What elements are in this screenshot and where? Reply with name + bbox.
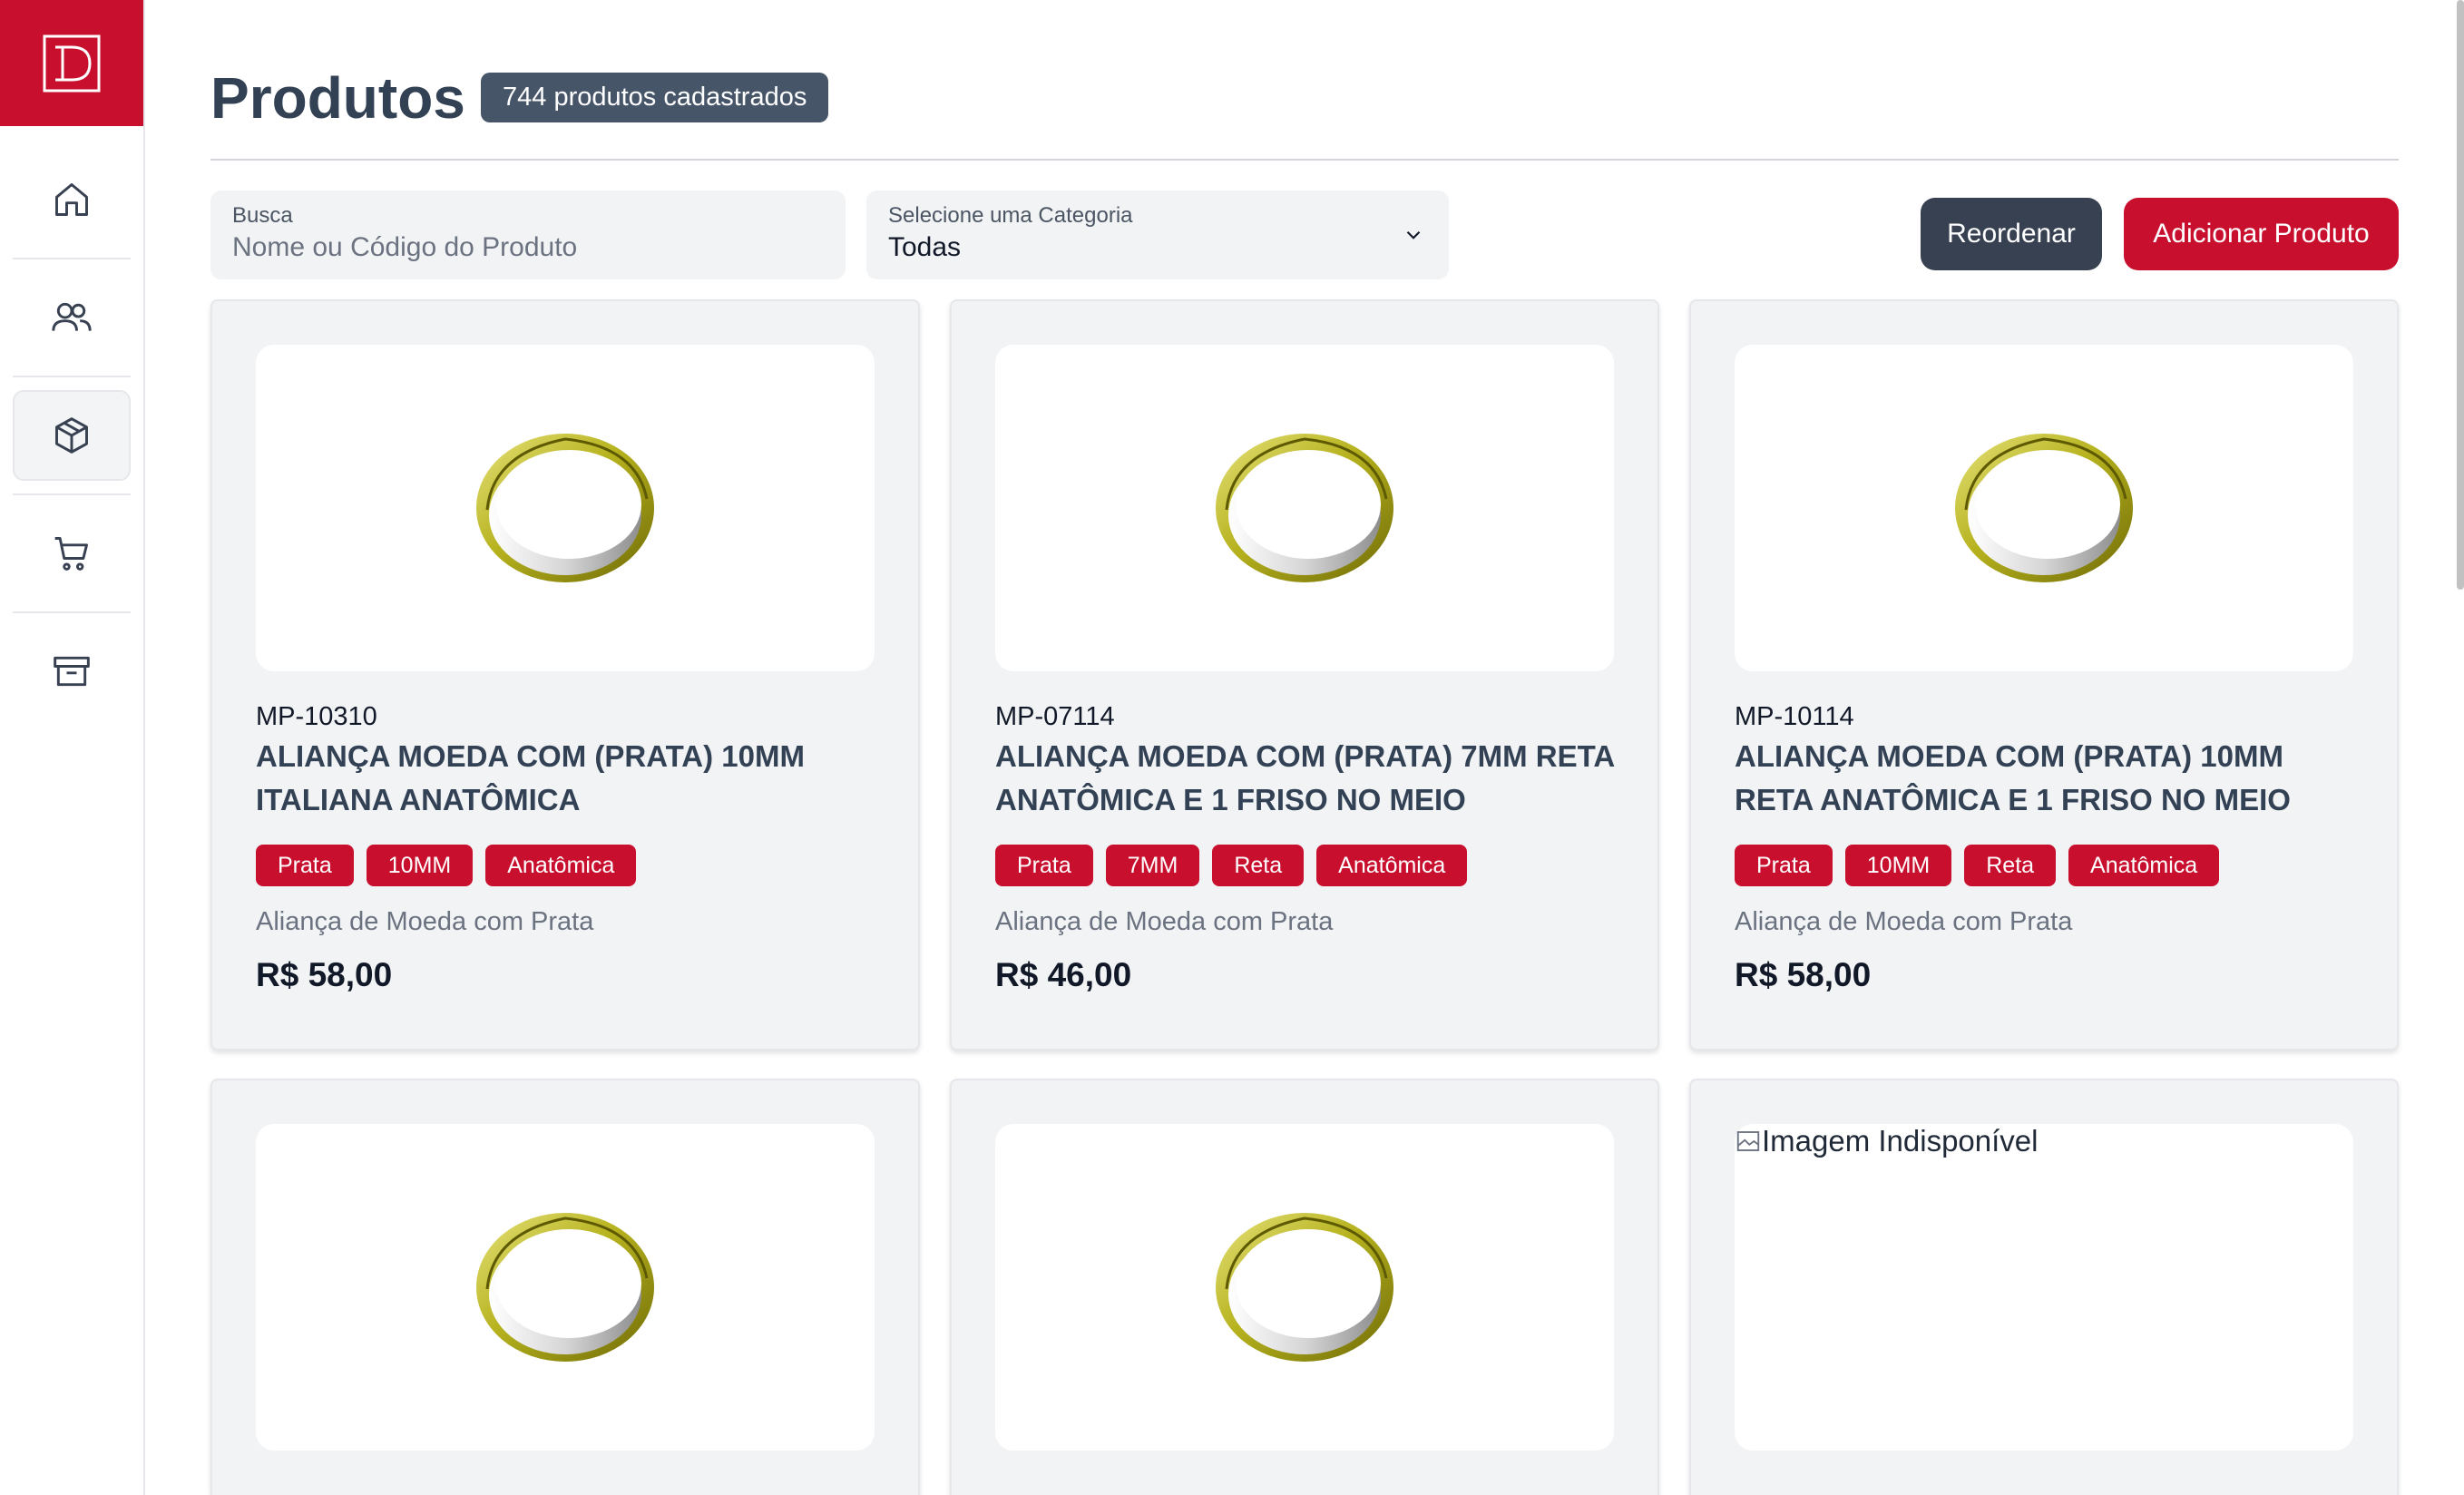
product-card[interactable] — [950, 1079, 1659, 1495]
logo[interactable] — [0, 0, 143, 126]
product-code: MP-07114 — [995, 702, 1115, 731]
category-select[interactable]: Selecione uma Categoria Todas — [866, 191, 1449, 279]
product-price: R$ 46,00 — [995, 956, 1132, 993]
product-image — [995, 345, 1614, 671]
ring-image — [1214, 432, 1395, 584]
product-card[interactable] — [210, 1079, 920, 1495]
tag: Reta — [1964, 845, 2057, 886]
tag: 10MM — [1844, 845, 1952, 886]
product-image — [1735, 345, 2353, 671]
ring-image — [1953, 432, 2135, 584]
tag: Prata — [1735, 845, 1833, 886]
tag: Prata — [995, 845, 1093, 886]
product-description: Aliança de Moeda com Prata — [256, 907, 594, 936]
product-image — [256, 345, 875, 671]
tag: Anatômica — [1316, 845, 1468, 886]
product-count-badge: 744 produtos cadastrados — [481, 73, 829, 122]
tag: Reta — [1212, 845, 1305, 886]
product-image — [995, 1124, 1614, 1451]
product-image — [256, 1124, 875, 1451]
home-icon — [55, 183, 88, 216]
box-icon — [55, 417, 88, 454]
category-value: Todas — [888, 232, 962, 262]
product-description: Aliança de Moeda com Prata — [995, 907, 1334, 936]
tag: Prata — [256, 845, 354, 886]
tag: 10MM — [366, 845, 474, 886]
product-card[interactable]: MP-10114 ALIANÇA MOEDA COM (PRATA) 10MM … — [1689, 299, 2399, 1050]
logo-icon — [43, 34, 101, 92]
reorder-button[interactable]: Reordenar — [1921, 198, 2102, 270]
tag: Anatômica — [2068, 845, 2220, 886]
broken-image-icon — [1736, 1131, 1760, 1151]
product-card[interactable]: MP-07114 ALIANÇA MOEDA COM (PRATA) 7MM R… — [950, 299, 1659, 1050]
product-name: ALIANÇA MOEDA COM (PRATA) 7MM RETA ANATÔ… — [995, 739, 1614, 816]
category-label: Selecione uma Categoria — [888, 203, 1133, 228]
product-card[interactable]: MP-10310 ALIANÇA MOEDA COM (PRATA) 10MM … — [210, 299, 920, 1050]
tag: 7MM — [1105, 845, 1200, 886]
scrollbar[interactable] — [2457, 0, 2464, 590]
product-name: ALIANÇA MOEDA COM (PRATA) 10MM ITALIANA … — [256, 739, 805, 816]
product-description: Aliança de Moeda com Prata — [1735, 907, 2073, 936]
image-alt-text: Imagem Indisponível — [1762, 1124, 2039, 1158]
search-input[interactable] — [232, 232, 824, 263]
ring-image — [1214, 1211, 1395, 1363]
product-tags: Prata 10MM Anatômica — [256, 845, 637, 886]
search-field[interactable]: Busca — [210, 191, 846, 279]
users-icon — [52, 302, 92, 331]
sidebar-item-products[interactable] — [13, 390, 131, 481]
product-price: R$ 58,00 — [256, 956, 393, 993]
ring-image — [474, 1211, 656, 1363]
product-code: MP-10310 — [256, 702, 377, 731]
product-name: ALIANÇA MOEDA COM (PRATA) 10MM RETA ANAT… — [1735, 739, 2291, 816]
search-label: Busca — [232, 203, 293, 228]
product-image-unavailable: Imagem Indisponível — [1735, 1124, 2353, 1451]
sidebar-item-cart[interactable] — [13, 508, 131, 599]
product-code: MP-10114 — [1735, 702, 1854, 731]
archive-icon — [54, 656, 90, 687]
sidebar-item-home[interactable] — [13, 154, 131, 245]
ring-image — [474, 432, 656, 584]
product-tags: Prata 10MM Reta Anatômica — [1735, 845, 2220, 886]
add-product-button[interactable]: Adicionar Produto — [2124, 198, 2399, 270]
product-price: R$ 58,00 — [1735, 956, 1872, 993]
header-divider — [210, 159, 2399, 161]
product-tags: Prata 7MM Reta Anatômica — [995, 845, 1468, 886]
sidebar-item-users[interactable] — [13, 272, 131, 363]
sidebar-item-archive[interactable] — [13, 626, 131, 717]
chevron-down-icon — [1406, 230, 1421, 239]
page-title: Produtos — [210, 65, 465, 131]
cart-icon — [54, 537, 88, 571]
product-card[interactable]: Imagem Indisponível — [1689, 1079, 2399, 1495]
sidebar — [0, 0, 145, 1495]
tag: Anatômica — [485, 845, 637, 886]
